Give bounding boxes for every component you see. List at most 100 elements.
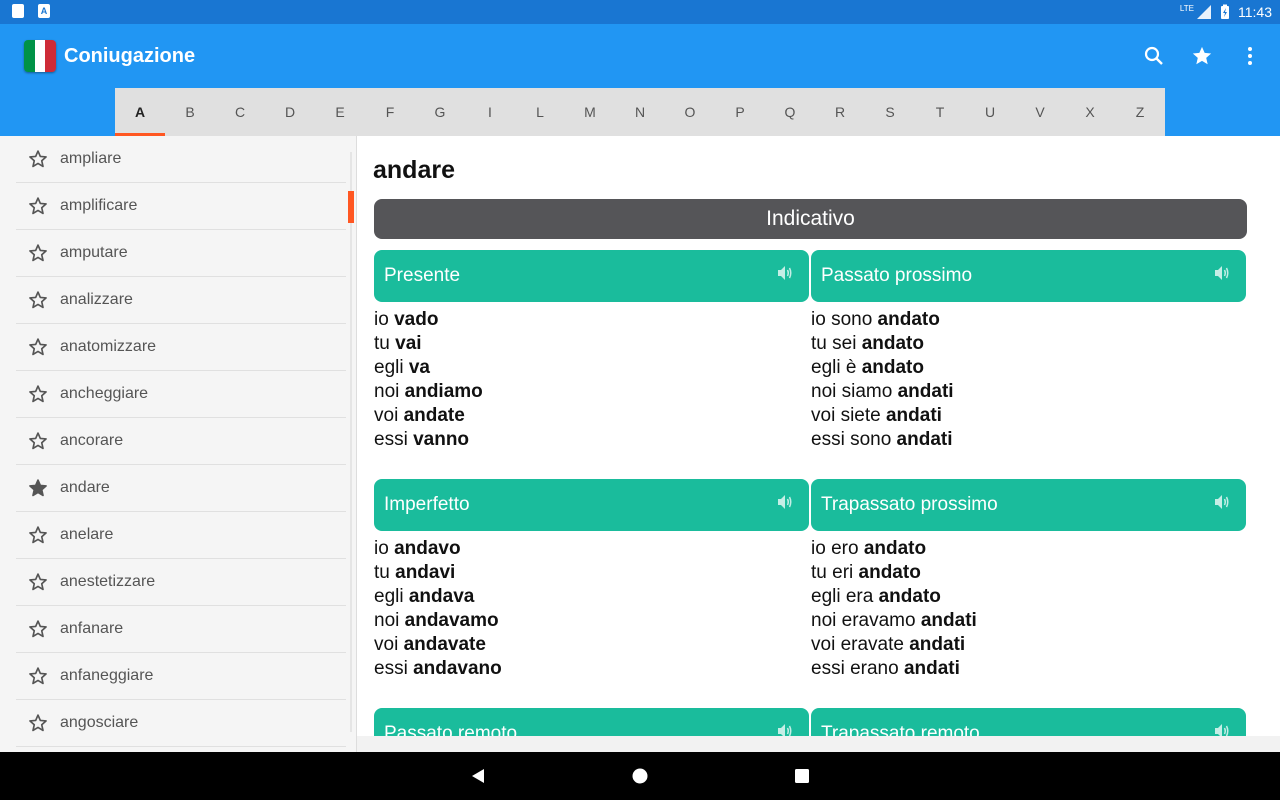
search-button[interactable] xyxy=(1140,40,1168,72)
pronoun: voi eravate xyxy=(811,634,910,655)
star-outline-icon[interactable] xyxy=(16,525,60,545)
conjugation-line: egli è andato xyxy=(811,356,1246,380)
verb-label: ancorare xyxy=(60,432,124,449)
search-icon xyxy=(1144,46,1163,65)
back-button[interactable] xyxy=(466,764,490,788)
tense-name: Presente xyxy=(384,265,461,286)
pronoun: io sono xyxy=(811,309,878,330)
verb-form: andate xyxy=(403,405,465,426)
pronoun: essi xyxy=(374,429,414,450)
home-button[interactable] xyxy=(628,764,652,788)
verb-list-item[interactable]: ancheggiare xyxy=(16,371,346,418)
app-notification-icon: A xyxy=(38,4,50,18)
verb-label: angosciare xyxy=(60,714,139,731)
verb-list-item[interactable]: anfanare xyxy=(16,606,346,653)
star-outline-icon[interactable] xyxy=(16,384,60,404)
letter-tab-g[interactable]: G xyxy=(415,88,465,136)
star-outline-icon[interactable] xyxy=(16,337,60,357)
star-outline-icon[interactable] xyxy=(16,196,60,216)
sd-card-icon xyxy=(12,4,24,18)
speaker-icon[interactable] xyxy=(775,263,795,289)
overflow-menu-button[interactable] xyxy=(1236,40,1264,72)
verb-label: andare xyxy=(60,479,110,496)
navigation-bar xyxy=(0,752,1280,800)
star-outline-icon[interactable] xyxy=(16,572,60,592)
verb-list-item[interactable]: anelare xyxy=(16,512,346,559)
tense-card: Passato prossimo io sono andato tu sei and… xyxy=(811,250,1246,452)
verb-list-item[interactable]: amplificare xyxy=(16,183,346,230)
letter-tab-l[interactable]: L xyxy=(515,88,565,136)
letter-tab-i[interactable]: I xyxy=(465,88,515,136)
speaker-icon[interactable] xyxy=(1212,492,1232,518)
verb-list-item[interactable]: ampliare xyxy=(16,136,346,183)
letter-tab-o[interactable]: O xyxy=(665,88,715,136)
conjugation-line: essi erano andati xyxy=(811,657,1246,681)
tense-header: Trapassato remoto xyxy=(811,708,1246,736)
star-outline-icon[interactable] xyxy=(16,666,60,686)
verb-list-item[interactable]: anestetizzare xyxy=(16,559,346,606)
letter-tab-u[interactable]: U xyxy=(965,88,1015,136)
tense-header: Presente xyxy=(374,250,809,302)
clock: 11:43 xyxy=(1238,4,1272,20)
tense-card: Trapassato prossimo io ero andato tu eri a… xyxy=(811,479,1246,681)
pronoun: noi siamo xyxy=(811,381,898,402)
verb-form: andati xyxy=(897,381,954,402)
verb-list-item[interactable]: amputare xyxy=(16,230,346,277)
back-icon xyxy=(472,769,484,783)
verb-form: andato xyxy=(863,538,927,559)
star-outline-icon[interactable] xyxy=(16,149,60,169)
tense-name: Imperfetto xyxy=(384,494,470,515)
verb-list-item[interactable]: ancorare xyxy=(16,418,346,465)
letter-tab-f[interactable]: F xyxy=(365,88,415,136)
letter-tab-x[interactable]: X xyxy=(1065,88,1115,136)
star-filled-icon[interactable] xyxy=(16,478,60,498)
speaker-icon[interactable] xyxy=(1212,263,1232,289)
verb-list-item[interactable]: anatomizzare xyxy=(16,324,346,371)
letter-tab-v[interactable]: V xyxy=(1015,88,1065,136)
verb-form: andavamo xyxy=(404,610,499,631)
verb-list-item[interactable]: anfaneggiare xyxy=(16,653,346,700)
letter-tab-t[interactable]: T xyxy=(915,88,965,136)
letter-tab-c[interactable]: C xyxy=(215,88,265,136)
tense-header: Imperfetto xyxy=(374,479,809,531)
pronoun: noi eravamo xyxy=(811,610,921,631)
letter-tab-z[interactable]: Z xyxy=(1115,88,1165,136)
verb-list[interactable]: ampliare amplificare amputare analizzare ana… xyxy=(0,136,357,752)
verb-label: amputare xyxy=(60,244,128,261)
star-outline-icon[interactable] xyxy=(16,713,60,733)
letter-tab-s[interactable]: S xyxy=(865,88,915,136)
speaker-icon[interactable] xyxy=(775,492,795,518)
pronoun: io xyxy=(374,309,395,330)
star-outline-icon[interactable] xyxy=(16,619,60,639)
star-outline-icon[interactable] xyxy=(16,243,60,263)
letter-tab-e[interactable]: E xyxy=(315,88,365,136)
speaker-icon[interactable] xyxy=(775,721,795,736)
letter-tab-a[interactable]: A xyxy=(115,88,165,136)
letter-tab-d[interactable]: D xyxy=(265,88,315,136)
pronoun: essi sono xyxy=(811,429,897,450)
scrollbar-track[interactable] xyxy=(350,152,352,732)
letter-tab-n[interactable]: N xyxy=(615,88,665,136)
verb-label: ampliare xyxy=(60,150,122,167)
star-outline-icon[interactable] xyxy=(16,431,60,451)
app-bar: Coniugazione xyxy=(0,24,1280,88)
verb-list-item[interactable]: angosciare xyxy=(16,700,346,747)
scrollbar-thumb[interactable] xyxy=(348,191,354,223)
star-outline-icon[interactable] xyxy=(16,290,60,310)
recents-button[interactable] xyxy=(790,764,814,788)
verb-list-item[interactable]: analizzare xyxy=(16,277,346,324)
network-label: LTE xyxy=(1179,3,1194,13)
favorites-button[interactable] xyxy=(1188,40,1216,72)
pronoun: egli era xyxy=(811,586,879,607)
pronoun: egli xyxy=(374,586,409,607)
letter-tab-p[interactable]: P xyxy=(715,88,765,136)
letter-tab-m[interactable]: M xyxy=(565,88,615,136)
letter-tab-r[interactable]: R xyxy=(815,88,865,136)
speaker-icon[interactable] xyxy=(1212,721,1232,736)
tense-header: Passato prossimo xyxy=(811,250,1246,302)
letter-tab-q[interactable]: Q xyxy=(765,88,815,136)
letter-tab-b[interactable]: B xyxy=(165,88,215,136)
verb-list-item[interactable]: andare xyxy=(16,465,346,512)
pronoun: tu eri xyxy=(811,562,859,583)
verb-form: andava xyxy=(408,586,475,607)
